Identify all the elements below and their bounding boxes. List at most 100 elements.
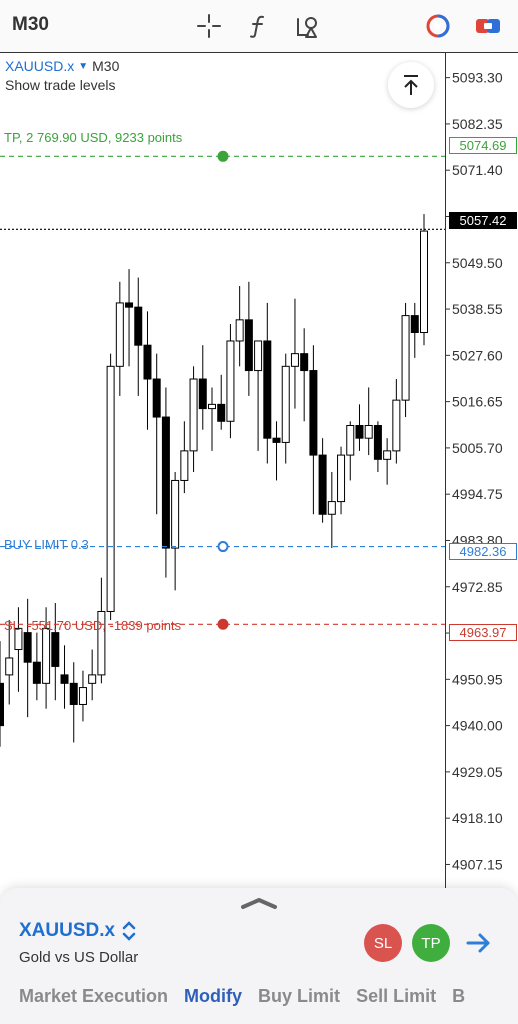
objects-icon[interactable] — [293, 10, 325, 42]
candle-body-bull — [189, 378, 198, 452]
bid-price-tag: 5057.42 — [449, 212, 517, 229]
y-tick-label: 5027.60 — [452, 347, 503, 363]
sort-chevrons-icon — [122, 921, 136, 941]
candle-body-bull — [115, 302, 124, 367]
candle-body-bear — [244, 319, 253, 372]
chart-timeframe: M30 — [92, 58, 120, 74]
tab-modify[interactable]: Modify — [184, 986, 242, 1007]
candle-body-bear — [0, 682, 4, 727]
candle-body-bear — [23, 632, 32, 663]
indicator-f-icon[interactable] — [243, 10, 275, 42]
tab-sell-limit[interactable]: Sell Limit — [356, 986, 436, 1007]
candle-body-bull — [226, 340, 235, 422]
tab-market-execution[interactable]: Market Execution — [19, 986, 168, 1007]
chart-type-icon[interactable] — [472, 10, 504, 42]
y-tick-label: 5049.50 — [452, 255, 503, 271]
candle-body-bull — [254, 340, 263, 372]
crosshair-icon[interactable] — [193, 10, 225, 42]
y-tick-label: 4940.00 — [452, 718, 503, 734]
buy-limit-level-label: BUY LIMIT 0.3 — [4, 537, 89, 552]
chart-symbol-header[interactable]: XAUUSD.x ▼ M30 — [5, 58, 119, 74]
candle-body-bull — [383, 450, 392, 460]
candle-body-bull — [401, 315, 410, 401]
symbol-dropdown-icon[interactable]: ▼ — [78, 61, 88, 72]
candle-body-bear — [318, 454, 327, 515]
candle-body-bear — [143, 344, 152, 380]
tab-buy-stop[interactable]: B — [452, 986, 465, 1007]
candle-body-bull — [5, 657, 14, 676]
order-panel: XAUUSD.x Gold vs US Dollar SL TP Market … — [0, 888, 518, 1024]
show-trade-levels-label[interactable]: Show trade levels — [5, 77, 116, 93]
buy-limit-price-tag: 4982.36 — [449, 543, 517, 560]
app-root: M30 5093.30 5082.35 5071.40 5049.50 5038… — [0, 0, 518, 1024]
candle-body-bull — [42, 627, 51, 684]
candle-body-bull — [235, 319, 244, 342]
candle-body-bull — [106, 365, 115, 612]
tp-level-handle — [217, 150, 229, 162]
sl-price-tag: 4963.97 — [449, 624, 517, 641]
y-tick-label: 4918.10 — [452, 810, 503, 826]
chevron-up-icon[interactable] — [239, 896, 279, 910]
y-tick-label: 4972.85 — [452, 579, 503, 595]
candle-body-bull — [364, 425, 373, 439]
panel-symbol[interactable]: XAUUSD.x — [19, 920, 115, 942]
candle-body-bear — [152, 378, 161, 418]
candle-body-bear — [300, 353, 309, 372]
y-tick-label: 4950.95 — [452, 671, 503, 687]
panel-symbol-description: Gold vs US Dollar — [19, 949, 139, 966]
sl-level-label: SL, -551.70 USD, -1839 points — [4, 618, 182, 633]
y-tick-label: 4929.05 — [452, 764, 503, 780]
candle-body-bear — [134, 306, 143, 346]
candle-body-bull — [337, 454, 346, 503]
candle-body-bull — [78, 687, 87, 705]
y-tick-label: 5005.70 — [452, 440, 503, 456]
chart-symbol[interactable]: XAUUSD.x — [5, 58, 74, 74]
sl-button[interactable]: SL — [364, 924, 402, 962]
candle-body-bull — [290, 353, 299, 367]
candle-body-bull — [88, 674, 97, 684]
candle-body-bear — [60, 674, 69, 684]
candle-body-bull — [281, 365, 290, 443]
tp-level-label: TP, 2 769.90 USD, 9233 points — [4, 130, 183, 145]
candle-body-bull — [171, 479, 180, 549]
sl-level-handle — [217, 618, 229, 630]
chart-area[interactable]: 5093.305082.355071.405060.455049.505038.… — [0, 52, 518, 890]
price-chart[interactable]: 5093.305082.355071.405060.455049.505038.… — [0, 52, 518, 890]
arrow-right-icon[interactable] — [464, 928, 494, 958]
candle-body-bull — [208, 403, 216, 410]
y-tick-label: 4994.75 — [452, 486, 503, 502]
candle-body-bear — [355, 425, 364, 439]
period-selector[interactable]: M30 — [12, 14, 49, 36]
candle-body-bull — [392, 399, 401, 452]
candle-body-bear — [272, 437, 281, 443]
candle-body-bull — [420, 230, 428, 334]
panel-symbol-selector[interactable]: XAUUSD.x — [19, 920, 137, 942]
candle-body-bear — [125, 302, 134, 308]
candle-body-bear — [161, 416, 170, 549]
candle-body-bear — [32, 661, 41, 684]
y-tick-label: 5071.40 — [452, 162, 503, 178]
candle-body-bear — [410, 315, 419, 334]
y-tick-label: 5016.65 — [452, 394, 503, 410]
candle-body-bear — [69, 682, 78, 705]
y-tick-label: 5093.30 — [452, 70, 503, 86]
candle-body-bull — [327, 501, 336, 515]
candle-body-bear — [51, 632, 60, 667]
tp-price-tag: 5074.69 — [449, 137, 517, 154]
order-type-tabs: Market Execution Modify Buy Limit Sell L… — [19, 986, 465, 1007]
candle-body-bear — [198, 378, 207, 410]
candle-body-bear — [217, 403, 226, 422]
top-toolbar: M30 — [0, 0, 518, 52]
y-tick-label: 5038.55 — [452, 301, 503, 317]
tp-button[interactable]: TP — [412, 924, 450, 962]
y-tick-label: 5082.35 — [452, 116, 503, 132]
scroll-to-top-button[interactable] — [388, 62, 434, 108]
candle-body-bear — [309, 370, 318, 456]
candle-body-bear — [263, 340, 272, 439]
candle-body-bull — [180, 450, 189, 481]
arrow-up-to-line-icon — [404, 75, 418, 95]
trade-toggle-icon[interactable] — [422, 10, 454, 42]
buy-limit-handle — [217, 541, 229, 553]
candle-body-bull — [346, 425, 355, 456]
tab-buy-limit[interactable]: Buy Limit — [258, 986, 340, 1007]
